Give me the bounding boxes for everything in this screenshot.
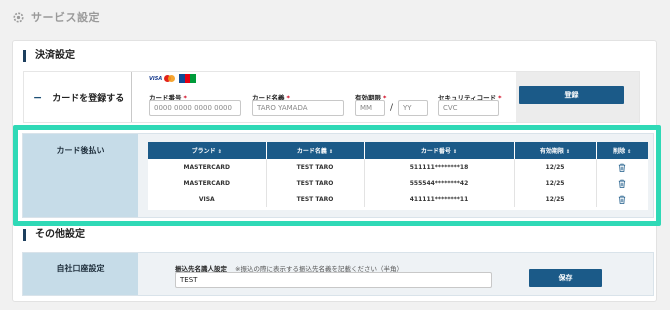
- card-form: VISA カード番号 * 0000 0000 0000 0000 カード名義 * T…: [132, 72, 516, 122]
- payment-section-title: 決済設定: [23, 50, 75, 62]
- bank-account-panel: 自社口座設定 振込先名識人設定 ※振込の際に表示する振込先名義を記載ください（半角…: [22, 252, 654, 296]
- expiry-separator: /: [390, 103, 394, 113]
- collapse-icon: −: [33, 90, 43, 104]
- register-card-label: カードを登録する: [52, 93, 125, 104]
- save-button[interactable]: 保存: [529, 269, 602, 287]
- expiry-month-input[interactable]: MM: [355, 100, 385, 116]
- jcb-logo-icon: [179, 74, 197, 83]
- register-card-toggle[interactable]: − カードを登録する: [24, 72, 132, 122]
- card-registration-panel: − カードを登録する VISA カード番号 * 0000 0000 0000 00…: [23, 71, 640, 123]
- card-brand-logos: VISA: [149, 74, 197, 83]
- bank-account-label: 自社口座設定: [56, 264, 105, 273]
- register-area: 登録: [516, 72, 639, 122]
- visa-logo-icon: VISA: [149, 75, 163, 82]
- register-button[interactable]: 登録: [519, 86, 624, 104]
- expiry-year-input[interactable]: YY: [398, 100, 428, 116]
- transfer-name-input[interactable]: TEST: [175, 272, 492, 288]
- security-code-input[interactable]: CVC: [438, 100, 499, 116]
- gear-icon: [13, 11, 24, 23]
- card-number-input[interactable]: 0000 0000 0000 0000: [149, 100, 241, 116]
- page-header: サービス設定: [12, 8, 100, 26]
- bank-label-box: 自社口座設定: [23, 253, 138, 295]
- card-name-input[interactable]: TARO YAMADA: [252, 100, 344, 116]
- page-title: サービス設定: [31, 11, 100, 24]
- highlight-frame: [13, 125, 661, 226]
- mastercard-logo-icon: [164, 74, 176, 83]
- other-section-title: その他設定: [23, 229, 85, 241]
